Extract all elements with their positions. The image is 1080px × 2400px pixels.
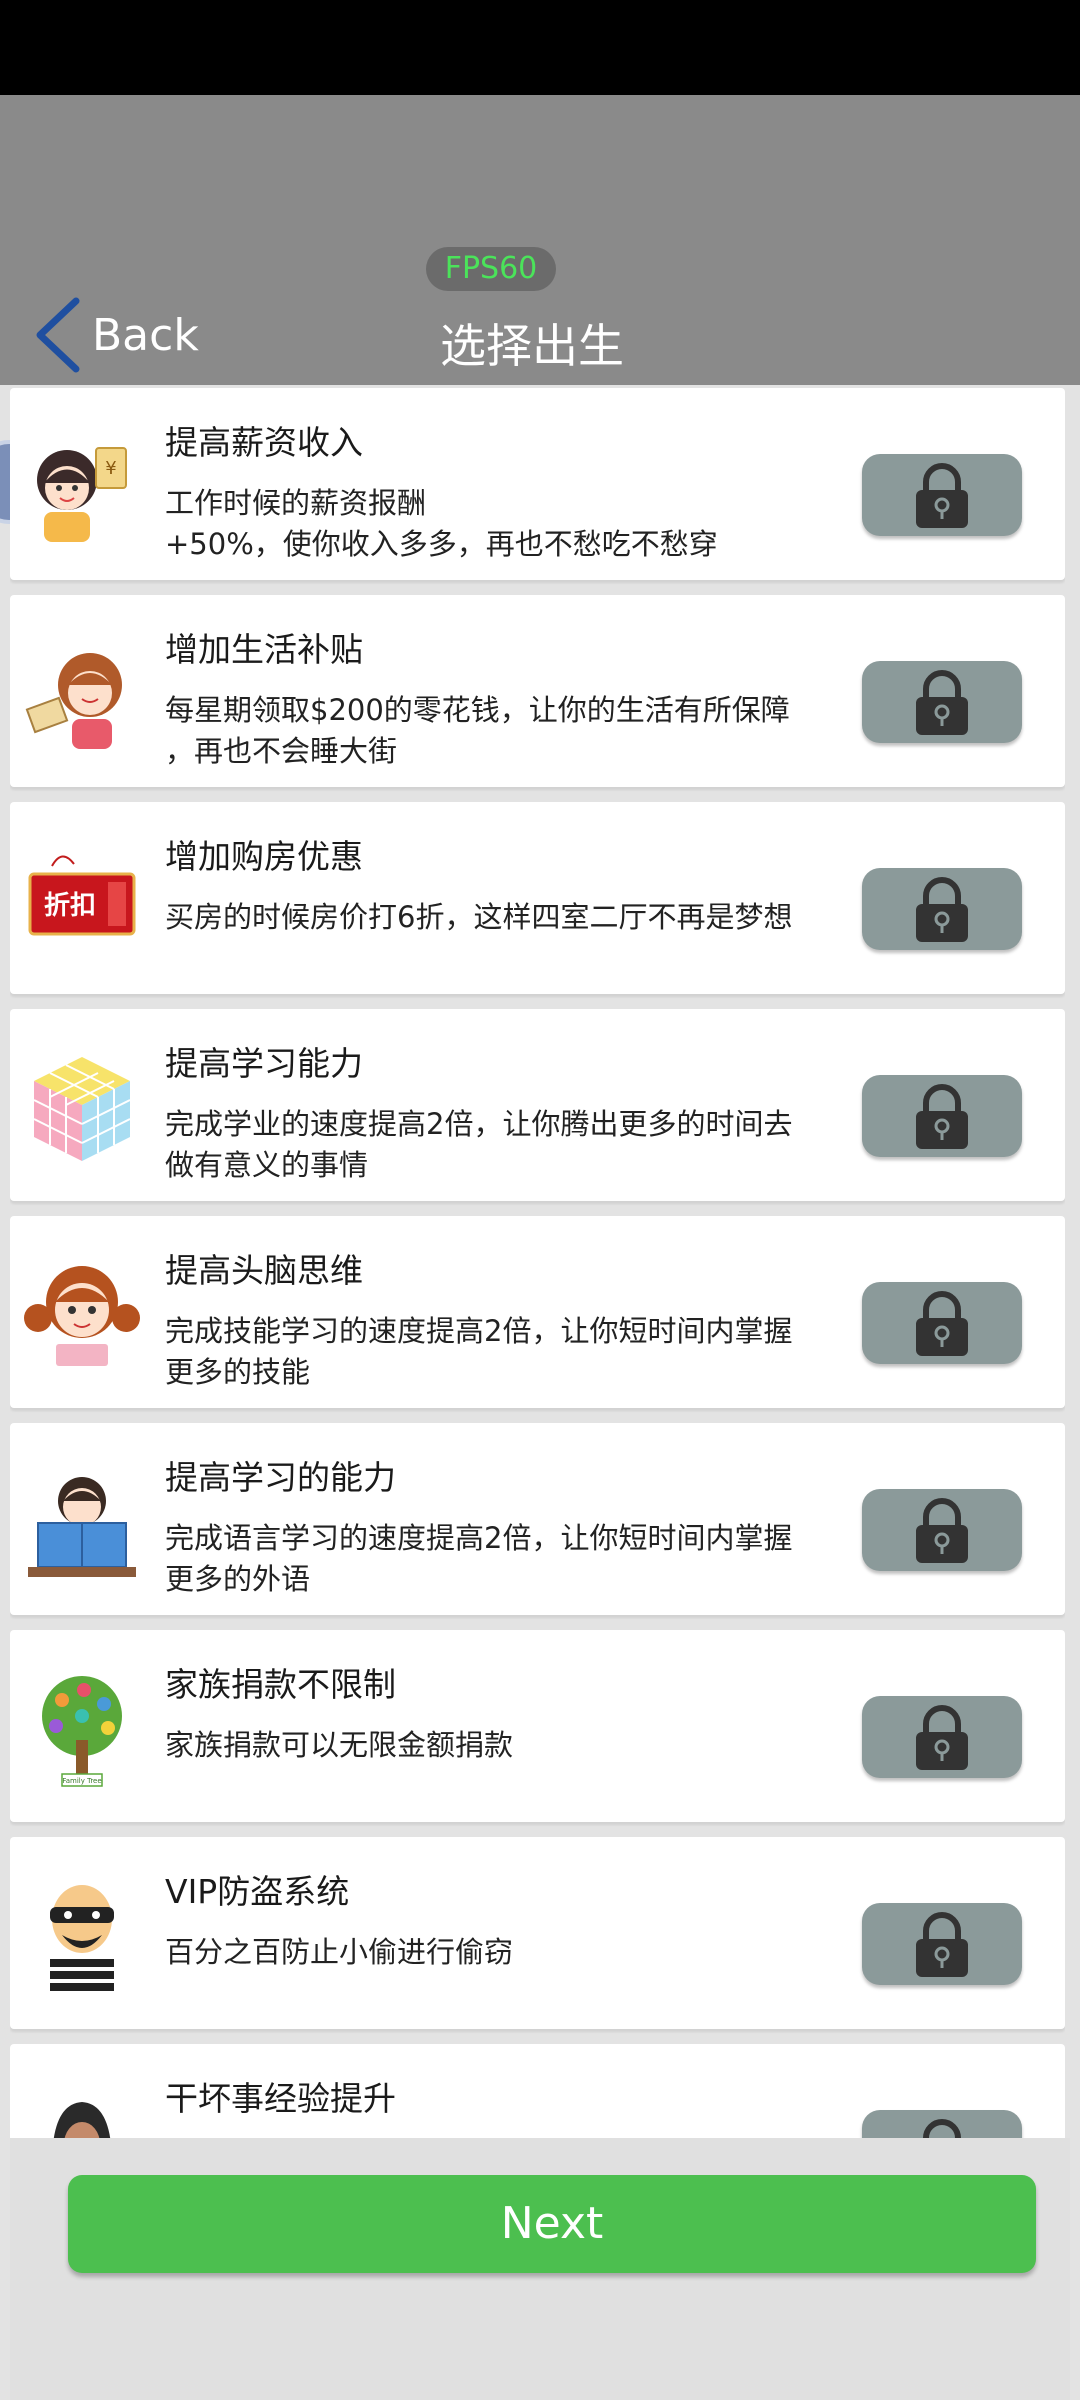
item-title: 家族捐款不限制 [165, 1665, 396, 1704]
list-item[interactable]: 提高头脑思维 完成技能学习的速度提高2倍，让你短时间内掌握 更多的技能 [10, 1216, 1065, 1408]
desc-line: 更多的外语 [165, 1562, 311, 1596]
item-title: 提高薪资收入 [165, 423, 363, 462]
desc-line: 工作时候的薪资报酬 [165, 486, 427, 520]
lock-icon [916, 877, 968, 942]
tree-label: Family Tree [62, 1777, 101, 1785]
lock-button[interactable] [862, 454, 1022, 536]
desc-line: 每星期领取$200的零花钱，让你的生活有所保障 [165, 693, 790, 727]
page-title: 选择出生 [440, 319, 624, 373]
lock-button[interactable] [862, 1282, 1022, 1364]
fps-counter: FPS60 [426, 247, 556, 291]
list-item[interactable]: 干坏事经验提升 [10, 2044, 1065, 2138]
list-item[interactable]: 提高学习能力 完成学业的速度提高2倍，让你腾出更多的时间去 做有意义的事情 [10, 1009, 1065, 1201]
item-description: 买房的时候房价打6折，这样四室二厅不再是梦想 [165, 900, 793, 934]
desc-line: 更多的技能 [165, 1355, 311, 1389]
item-title: 提高头脑思维 [165, 1251, 363, 1290]
status-bar [0, 0, 1080, 95]
list-item[interactable]: Family Tree 家族捐款不限制 家族捐款可以无限金额捐款 [10, 1630, 1065, 1822]
lock-icon [916, 463, 968, 528]
discount-tag-icon: 折扣 [28, 855, 136, 936]
item-description: 每星期领取$200的零花钱，让你的生活有所保障 ，再也不会睡大街 [165, 690, 865, 772]
list-item[interactable]: 提高学习的能力 完成语言学习的速度提高2倍，让你短时间内掌握 更多的外语 [10, 1423, 1065, 1615]
thief-icon [50, 1885, 114, 1991]
desc-line: 完成技能学习的速度提高2倍，让你短时间内掌握 [165, 1314, 793, 1348]
item-title: 增加生活补贴 [165, 630, 363, 669]
desc-line: 完成语言学习的速度提高2倍，让你短时间内掌握 [165, 1521, 793, 1555]
lock-icon [916, 1705, 968, 1770]
girl-envelope-icon [25, 653, 122, 749]
lock-button[interactable] [862, 1696, 1022, 1778]
lock-button[interactable] [862, 868, 1022, 950]
list-item[interactable]: 折扣 增加购房优惠 买房的时候房价打6折，这样四室二厅不再是梦想 [10, 802, 1065, 994]
item-description: 完成技能学习的速度提高2倍，让你短时间内掌握 更多的技能 [165, 1311, 865, 1393]
lock-icon [916, 1291, 968, 1356]
desc-line: +50%，使你收入多多，再也不愁吃不愁穿 [165, 527, 718, 561]
desc-line: 完成学业的速度提高2倍，让你腾出更多的时间去 [165, 1107, 793, 1141]
lock-icon [916, 1498, 968, 1563]
lock-button[interactable] [862, 661, 1022, 743]
lock-icon [923, 2119, 961, 2138]
next-button[interactable]: Next [68, 2175, 1036, 2273]
item-title: 提高学习的能力 [165, 1458, 396, 1497]
list-item[interactable]: VIP防盗系统 百分之百防止小偷进行偷窃 [10, 1837, 1065, 2029]
desc-line: ，再也不会睡大街 [165, 734, 398, 768]
item-description: 工作时候的薪资报酬 +50%，使你收入多多，再也不愁吃不愁穿 [165, 483, 865, 565]
rubiks-cube-icon [33, 1057, 131, 1161]
lock-icon [916, 1912, 968, 1977]
lock-icon [916, 1084, 968, 1149]
desc-line: 做有意义的事情 [165, 1148, 369, 1182]
item-title: 提高学习能力 [165, 1044, 363, 1083]
lock-icon [916, 670, 968, 735]
tag-text: 折扣 [44, 891, 96, 921]
hooded-figure-icon [53, 2102, 111, 2138]
item-description: 家族捐款可以无限金额捐款 [165, 1728, 514, 1762]
svg-text:¥: ¥ [105, 458, 116, 479]
item-title: VIP防盗系统 [165, 1872, 350, 1911]
item-title: 干坏事经验提升 [165, 2079, 396, 2118]
lock-button[interactable] [862, 1489, 1022, 1571]
item-description: 完成学业的速度提高2倍，让你腾出更多的时间去 做有意义的事情 [165, 1104, 865, 1186]
list-item[interactable]: ¥ 提高薪资收入 工作时候的薪资报酬 +50%，使你收入多多，再也不愁吃不愁穿 [10, 388, 1065, 580]
item-description: 百分之百防止小偷进行偷窃 [165, 1935, 514, 1969]
option-list[interactable]: ¥ 提高薪资收入 工作时候的薪资报酬 +50%，使你收入多多，再也不愁吃不愁穿 … [10, 388, 1065, 2138]
lock-button[interactable] [862, 2110, 1022, 2138]
lock-button[interactable] [862, 1903, 1022, 1985]
lock-button[interactable] [862, 1075, 1022, 1157]
list-item[interactable]: 增加生活补贴 每星期领取$200的零花钱，让你的生活有所保障 ，再也不会睡大街 [10, 595, 1065, 787]
woman-money-icon: ¥ [37, 447, 127, 542]
boy-book-icon [28, 1477, 136, 1577]
girl-reading-icon [24, 1266, 140, 1366]
family-tree-icon: Family Tree [42, 1676, 122, 1787]
item-description: 完成语言学习的速度提高2倍，让你短时间内掌握 更多的外语 [165, 1518, 865, 1600]
item-title: 增加购房优惠 [165, 837, 363, 876]
